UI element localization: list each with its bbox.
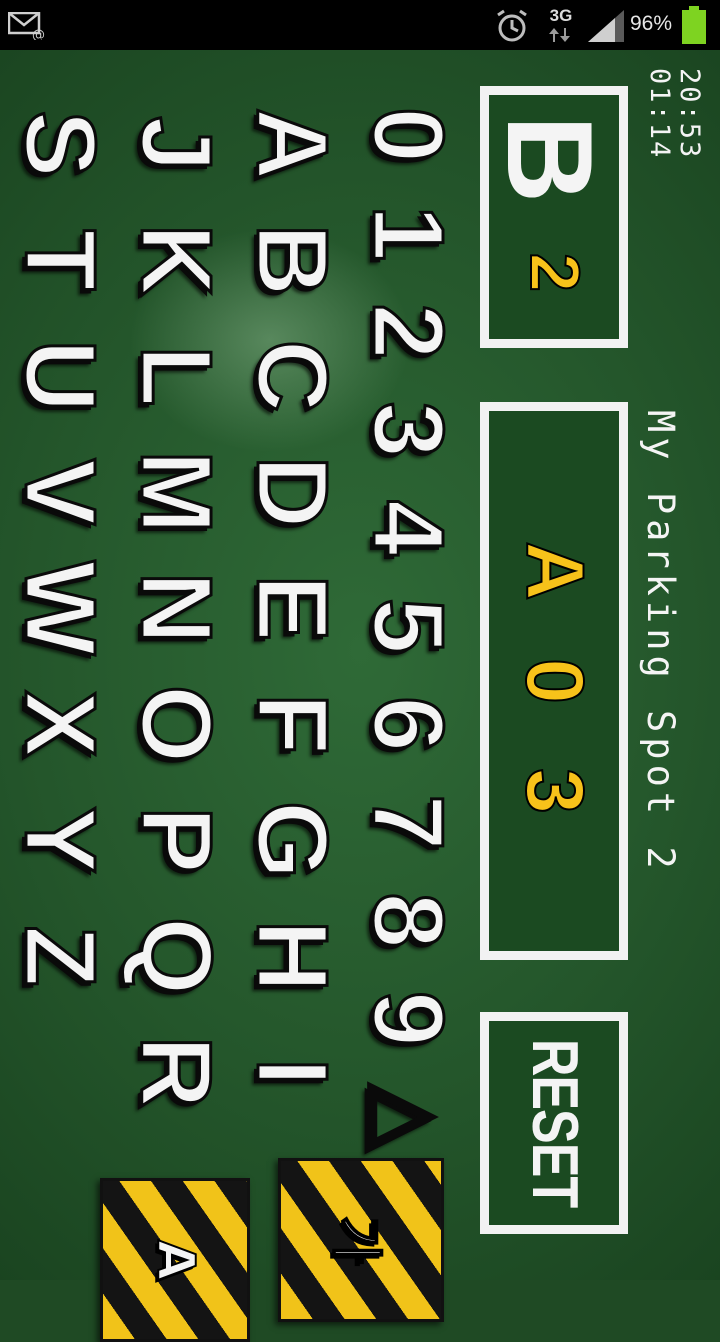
key-9[interactable]: 9 <box>348 970 468 1068</box>
app-screen: 20:53 01:14 My Parking Spot 2 B 2 A 0 3 … <box>0 50 720 1342</box>
key-l[interactable]: L <box>116 318 236 434</box>
key-n[interactable]: N <box>116 550 236 666</box>
floor-number: 2 <box>515 252 595 293</box>
key-5[interactable]: 5 <box>348 577 468 675</box>
spot-char: A <box>508 540 601 601</box>
key-e[interactable]: E <box>232 550 352 666</box>
key-f[interactable]: F <box>232 666 352 782</box>
spot-display[interactable]: A 0 3 <box>480 402 628 960</box>
korean-mode-button[interactable]: 가 <box>278 1158 444 1322</box>
letter-row-a-i: A B C D E F G H I <box>232 86 352 1166</box>
key-2[interactable]: 2 <box>348 282 468 380</box>
key-i[interactable]: I <box>232 1014 352 1130</box>
key-1[interactable]: 1 <box>348 184 468 282</box>
key-r[interactable]: R <box>116 1014 236 1130</box>
key-w[interactable]: W <box>0 550 120 666</box>
key-t[interactable]: T <box>0 202 120 318</box>
clock-time: 20:53 <box>674 68 705 160</box>
data-arrows-icon <box>549 28 570 42</box>
key-k[interactable]: K <box>116 202 236 318</box>
key-4[interactable]: 4 <box>348 479 468 577</box>
letter-row-s-z: S T U V W X Y Z <box>0 86 120 1166</box>
email-notification-icon: @ <box>8 12 45 40</box>
key-j[interactable]: J <box>116 86 236 202</box>
key-z[interactable]: Z <box>0 898 120 1014</box>
key-c[interactable]: C <box>232 318 352 434</box>
key-a[interactable]: A <box>232 86 352 202</box>
svg-text:@: @ <box>32 28 45 40</box>
key-v[interactable]: V <box>0 434 120 550</box>
key-3[interactable]: 3 <box>348 381 468 479</box>
key-x[interactable]: X <box>0 666 120 782</box>
key-s[interactable]: S <box>0 86 120 202</box>
korean-mode-label: 가 <box>325 1215 387 1265</box>
floor-display[interactable]: B 2 <box>480 86 628 348</box>
spot-char: 3 <box>508 767 601 815</box>
spot-char: 0 <box>508 657 601 705</box>
letter-row-j-r: J K L M N O P Q R <box>116 86 236 1166</box>
key-triangle-icon[interactable]: △ <box>348 1068 468 1166</box>
key-q[interactable]: Q <box>116 898 236 1014</box>
key-0[interactable]: 0 <box>348 86 468 184</box>
key-o[interactable]: O <box>116 666 236 782</box>
battery-icon <box>682 6 706 44</box>
battery-percent: 96% <box>630 12 673 35</box>
key-6[interactable]: 6 <box>348 675 468 773</box>
digit-row: 0 1 2 3 4 5 6 7 8 9 △ <box>348 86 468 1166</box>
key-u[interactable]: U <box>0 318 120 434</box>
reset-button[interactable]: RESET <box>480 1012 628 1234</box>
key-7[interactable]: 7 <box>348 773 468 871</box>
clock: 20:53 01:14 <box>644 68 705 188</box>
network-type: 3G <box>549 6 573 25</box>
key-8[interactable]: 8 <box>348 872 468 970</box>
key-m[interactable]: M <box>116 434 236 550</box>
floor-letter: B <box>482 115 618 204</box>
app-title: My Parking Spot 2 <box>639 410 682 874</box>
key-d[interactable]: D <box>232 434 352 550</box>
clock-elapsed: 01:14 <box>644 68 675 160</box>
status-bar: @ 3G 96% <box>0 0 720 50</box>
signal-icon <box>588 10 624 42</box>
key-b[interactable]: B <box>232 202 352 318</box>
english-mode-button[interactable]: A <box>100 1178 250 1342</box>
key-g[interactable]: G <box>232 782 352 898</box>
key-p[interactable]: P <box>116 782 236 898</box>
alarm-icon <box>497 9 527 42</box>
key-y[interactable]: Y <box>0 782 120 898</box>
english-mode-label: A <box>144 1239 206 1281</box>
rotated-layout: 20:53 01:14 My Parking Spot 2 B 2 A 0 3 … <box>0 50 720 1342</box>
key-h[interactable]: H <box>232 898 352 1014</box>
reset-label: RESET <box>517 1038 591 1208</box>
